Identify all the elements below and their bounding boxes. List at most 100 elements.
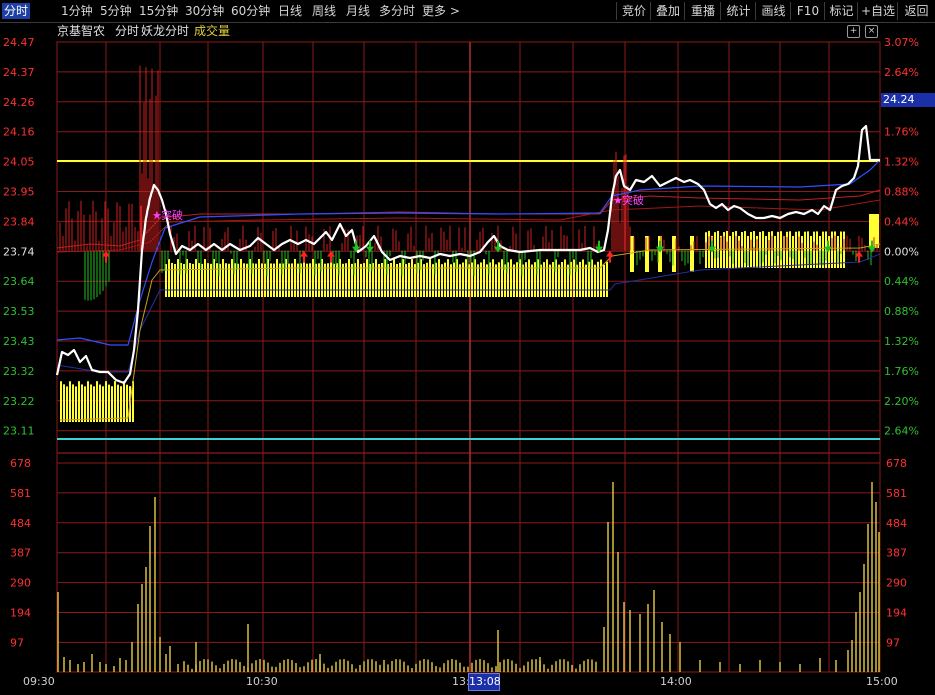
price-label: 23.43 — [3, 335, 35, 348]
indicator-bar — [174, 263, 176, 297]
indicator-bar — [87, 381, 89, 422]
indicator-bar — [375, 259, 377, 297]
indicator-bar — [360, 263, 362, 297]
indicator-bar — [75, 386, 77, 422]
indicator-bar — [510, 259, 512, 297]
volume-label-left: 678 — [10, 457, 31, 470]
volume-label-right: 484 — [886, 517, 907, 530]
percent-label: 1.76% — [884, 126, 919, 139]
volume-label-left: 290 — [10, 577, 31, 590]
volume-label-left: 97 — [10, 636, 24, 649]
indicator-bar — [72, 384, 74, 422]
indicator-bar — [120, 386, 122, 422]
breakout-label-2: 突破 — [622, 193, 644, 207]
percent-label: 0.44% — [884, 275, 919, 288]
time-cursor-label: 13:08 — [468, 673, 501, 691]
indicator-bar — [195, 259, 197, 297]
indicator-bar — [486, 264, 488, 297]
price-label: 23.74 — [3, 245, 35, 258]
volume-label-left: 194 — [10, 607, 31, 620]
indicator-bar — [123, 381, 125, 422]
indicator-bar — [579, 261, 581, 297]
indicator-bar — [513, 264, 515, 297]
indicator-bar — [405, 264, 407, 297]
indicator-bar — [477, 264, 479, 297]
indicator-bar — [567, 264, 569, 297]
price-label: 23.64 — [3, 275, 35, 288]
intraday-chart[interactable]: 24.47 3.07% 24.37 2.64% 24.26 24.16 1.76% 24.05… — [0, 0, 935, 695]
indicator-bar — [69, 381, 71, 422]
indicator-bar — [96, 381, 98, 422]
indicator-bar — [342, 263, 344, 297]
indicator-bar — [414, 264, 416, 297]
volume-label-left: 581 — [10, 487, 31, 500]
volume-label-right: 678 — [886, 457, 907, 470]
indicator-bar — [777, 231, 779, 268]
indicator-bar — [447, 259, 449, 297]
indicator-bar — [483, 259, 485, 297]
volume-label-right: 290 — [886, 577, 907, 590]
indicator-bar — [459, 264, 461, 297]
indicator-bar — [357, 259, 359, 297]
indicator-bar — [594, 264, 596, 297]
indicator-bar — [396, 264, 398, 297]
indicator-bar — [516, 262, 518, 297]
indicator-bar — [603, 264, 605, 297]
indicator-bar — [582, 259, 584, 297]
indicator-bar — [222, 259, 224, 297]
indicator-bar — [597, 261, 599, 297]
indicator-bar — [168, 259, 170, 297]
indicator-post — [630, 236, 634, 272]
indicator-bar — [534, 262, 536, 297]
price-label: 23.11 — [3, 425, 35, 438]
percent-label: 1.32% — [884, 335, 919, 348]
indicator-bar — [528, 259, 530, 297]
indicator-bar — [804, 231, 806, 268]
breakout-star-icon: ★ — [152, 209, 162, 222]
indicator-bar — [549, 264, 551, 297]
indicator-bar — [531, 264, 533, 297]
price-label: 23.95 — [3, 186, 35, 199]
indicator-bar — [117, 384, 119, 422]
indicator-bar — [564, 259, 566, 297]
indicator-bar — [600, 259, 602, 297]
indicator-bar — [561, 261, 563, 297]
price-label: 24.47 — [3, 36, 35, 49]
indicator-bar — [801, 235, 803, 268]
price-label: 24.05 — [3, 156, 35, 169]
time-label: 09:30 — [23, 675, 55, 688]
indicator-bar — [573, 259, 575, 297]
indicator-bar — [306, 263, 308, 297]
indicator-bar — [450, 264, 452, 297]
indicator-bar — [324, 263, 326, 297]
percent-label: 0.88% — [884, 305, 919, 318]
indicator-bar — [468, 264, 470, 297]
indicator-bar — [429, 259, 431, 297]
time-label: 10:30 — [246, 675, 278, 688]
percent-label: 0.00% — [884, 245, 919, 258]
percent-label: 3.07% — [884, 36, 919, 49]
volume-label-right: 387 — [886, 547, 907, 560]
indicator-bar — [333, 263, 335, 297]
indicator-bar — [411, 259, 413, 297]
indicator-post — [690, 236, 694, 272]
volume-label-left: 387 — [10, 547, 31, 560]
indicator-bar — [111, 386, 113, 422]
indicator-bar — [303, 259, 305, 297]
percent-label: 2.64% — [884, 66, 919, 79]
percent-label: 2.64% — [884, 425, 919, 438]
indicator-bar — [114, 381, 116, 422]
price-label: 24.16 — [3, 126, 35, 139]
volume-label-right: 194 — [886, 607, 907, 620]
price-label: 24.37 — [3, 66, 35, 79]
indicator-bar — [258, 259, 260, 297]
percent-label: 0.88% — [884, 186, 919, 199]
indicator-bar — [330, 259, 332, 297]
indicator-bar — [540, 264, 542, 297]
indicator-bar — [90, 384, 92, 422]
indicator-bar — [63, 384, 65, 422]
indicator-bar — [585, 264, 587, 297]
indicator-bar — [393, 259, 395, 297]
time-label: 14:00 — [660, 675, 692, 688]
indicator-bar — [366, 259, 368, 297]
